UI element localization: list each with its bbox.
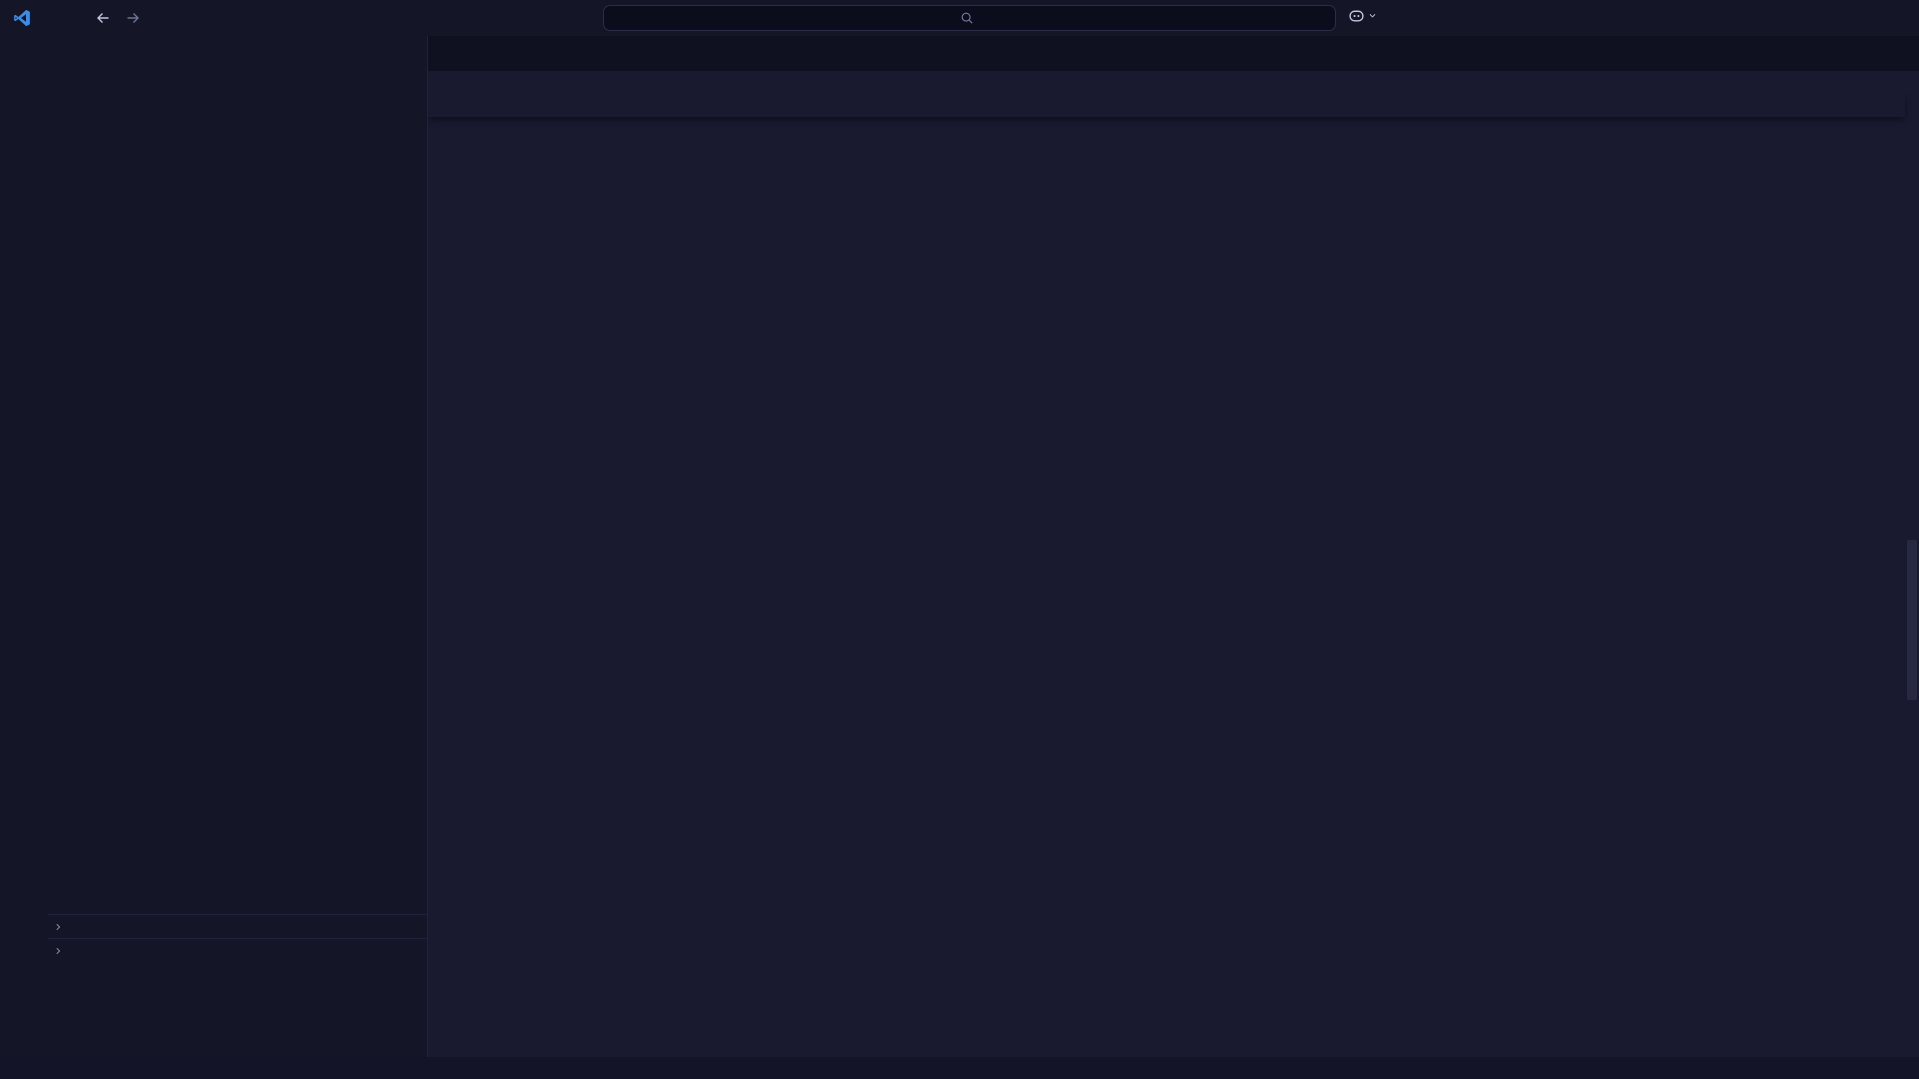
editor-scrollbar[interactable] <box>1905 94 1919 1057</box>
scrollbar-slider[interactable] <box>1907 540 1917 700</box>
title-bar <box>0 0 1919 36</box>
code-lines <box>428 117 1919 1057</box>
copilot-menu[interactable] <box>1348 7 1377 24</box>
explorer-sidebar <box>48 36 428 1057</box>
chevron-right-icon <box>48 946 68 956</box>
breadcrumb[interactable] <box>428 71 1919 94</box>
timeline-section[interactable] <box>48 938 427 962</box>
status-bar <box>0 1057 1919 1079</box>
chevron-down-icon <box>1368 11 1377 20</box>
copilot-icon <box>1348 7 1365 24</box>
vscode-window <box>0 0 1919 1079</box>
history-nav <box>95 10 141 26</box>
command-center-search[interactable] <box>603 5 1336 31</box>
activity-bar <box>0 36 48 1057</box>
minimap[interactable] <box>1792 154 1905 1057</box>
vscode-logo-icon <box>13 9 31 27</box>
forward-arrow-icon[interactable] <box>125 10 141 26</box>
search-icon <box>960 11 974 25</box>
sidebar-header <box>48 36 427 72</box>
chevron-right-icon <box>48 922 68 932</box>
code-editor[interactable] <box>428 94 1919 1057</box>
editor-tabs <box>428 36 1919 71</box>
outline-section[interactable] <box>48 914 427 938</box>
back-arrow-icon[interactable] <box>95 10 111 26</box>
sticky-scroll-line[interactable] <box>428 94 1905 117</box>
